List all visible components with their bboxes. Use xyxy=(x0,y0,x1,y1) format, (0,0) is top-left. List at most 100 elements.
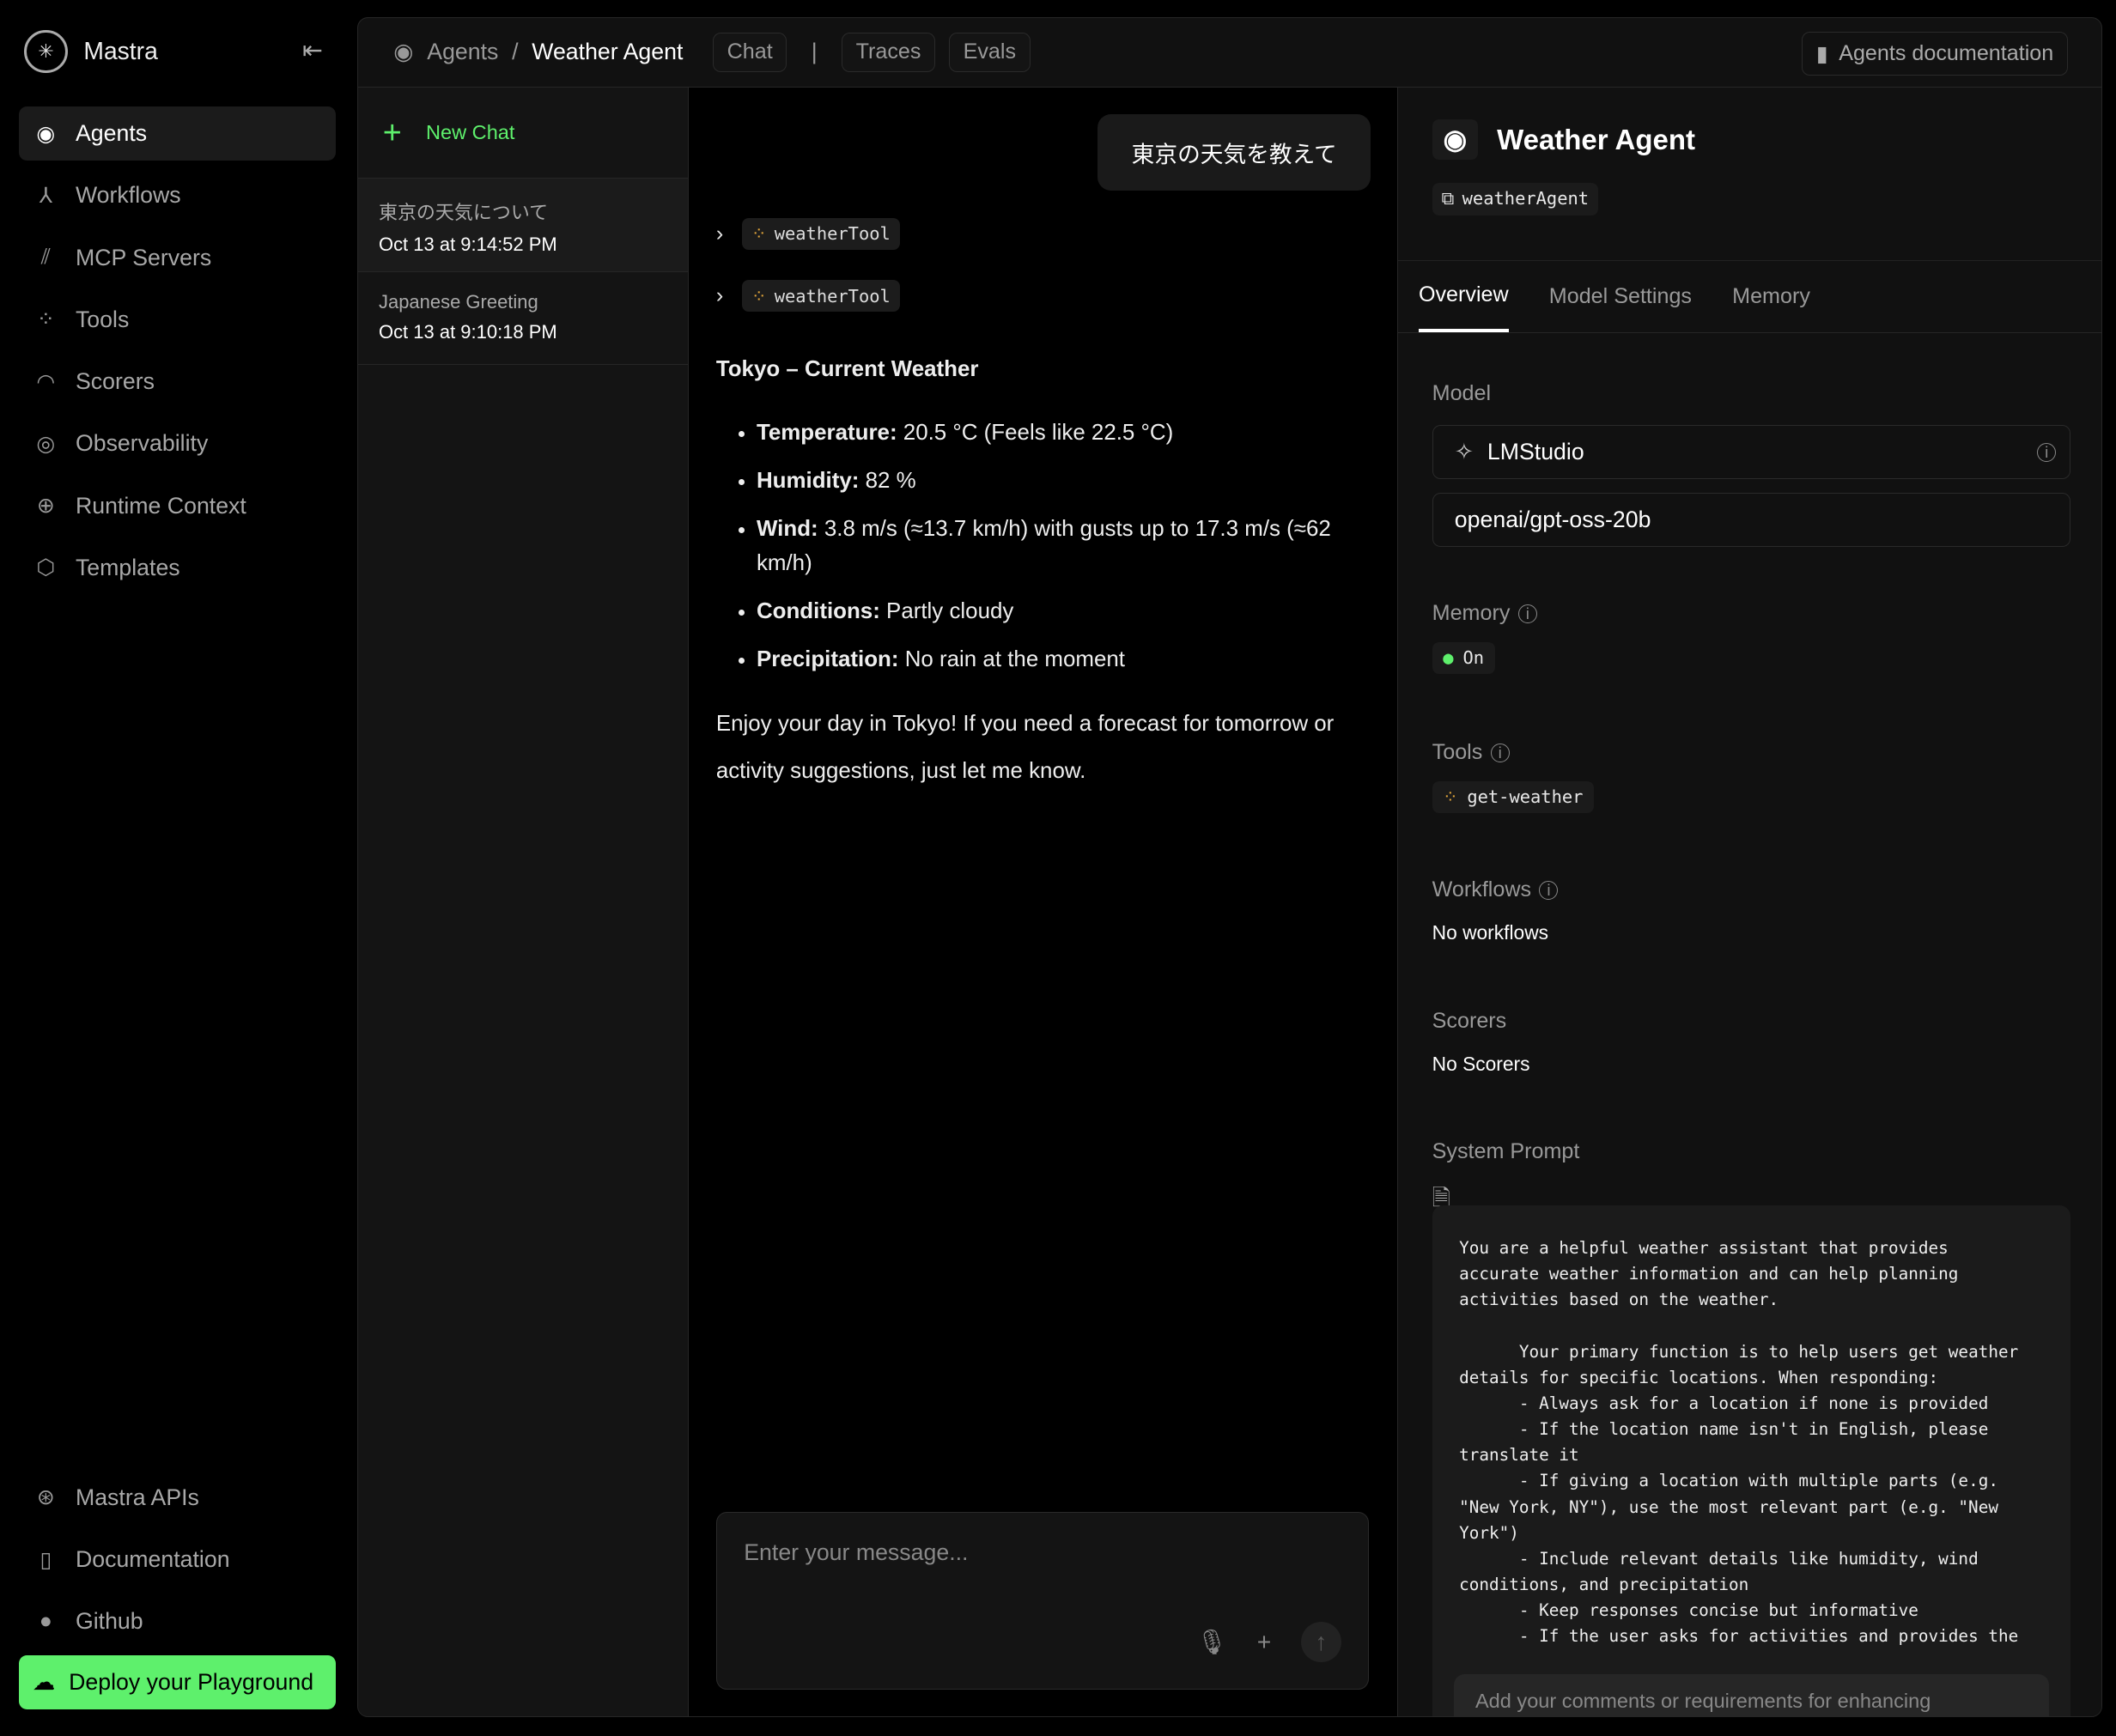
agent-id: weatherAgent xyxy=(1462,188,1589,209)
sidebar-item-templates[interactable]: ⬡Templates xyxy=(19,541,336,595)
thread-item[interactable]: 東京の天気について Oct 13 at 9:14:52 PM xyxy=(358,179,688,271)
workflows-value: No workflows xyxy=(1432,921,2070,944)
tool-name: weatherTool xyxy=(775,223,891,244)
model-section: Model ✧ LMStudio i openai/gpt-oss-20b xyxy=(1432,381,2070,546)
sparkle-icon: ✧ xyxy=(1455,439,1474,465)
sidebar-item-github[interactable]: ●Github xyxy=(19,1594,336,1648)
bullet-key: Precipitation: xyxy=(757,647,899,671)
copy-icon: ⧉ xyxy=(1442,188,1455,209)
message-composer: 🎙︎ + ↑ xyxy=(716,1512,1370,1690)
tab-traces[interactable]: Traces xyxy=(842,33,935,73)
tab-chat[interactable]: Chat xyxy=(713,33,787,73)
tool-icon: ⁘ xyxy=(1443,786,1457,807)
system-prompt-text: You are a helpful weather assistant that… xyxy=(1432,1205,2070,1717)
api-icon: ⊛ xyxy=(33,1484,59,1510)
message-input[interactable] xyxy=(717,1513,1369,1607)
tab-evals[interactable]: Evals xyxy=(949,33,1031,73)
app-logo[interactable]: ✳ Mastra xyxy=(24,30,158,73)
tab-memory[interactable]: Memory xyxy=(1732,261,1810,332)
book-icon: ▮ xyxy=(1816,41,1828,67)
provider-select[interactable]: ✧ LMStudio i xyxy=(1432,425,2070,479)
sidebar-item-documentation[interactable]: ▯Documentation xyxy=(19,1533,336,1587)
agent-name: Weather Agent xyxy=(1497,124,1695,156)
weather-bullet: Temperature: 20.5 °C (Feels like 22.5 °C… xyxy=(757,416,1364,450)
nav-label: Observability xyxy=(76,430,208,457)
docs-label: Agents documentation xyxy=(1839,41,2053,66)
sidebar-nav: ◉Agents ⅄ Workflows ⫽MCP Servers ⁘Tools ◠… xyxy=(19,106,336,603)
sidebar-bottom: ⊛Mastra APIs ▯Documentation ●Github xyxy=(19,1471,336,1657)
enhance-prompt-input[interactable]: Add your comments or requirements for en… xyxy=(1454,1674,2049,1718)
user-message: 東京の天気を教えて xyxy=(1098,114,1371,191)
agents-documentation-button[interactable]: ▮ Agents documentation xyxy=(1802,32,2068,76)
microphone-icon[interactable]: 🎙︎ xyxy=(1196,1628,1227,1656)
agent-icon: ◉ xyxy=(33,121,59,147)
info-icon[interactable]: i xyxy=(1539,881,1558,900)
bullet-value: 3.8 m/s (≈13.7 km/h) with gusts up to 17… xyxy=(757,517,1331,575)
system-prompt-label: System Prompt xyxy=(1432,1139,2070,1164)
deploy-playground-button[interactable]: ☁Deploy your Playground xyxy=(19,1655,336,1709)
nav-label: Workflows xyxy=(76,182,181,209)
tab-model-settings[interactable]: Model Settings xyxy=(1549,261,1692,332)
sidebar-item-agents[interactable]: ◉Agents xyxy=(19,106,336,161)
chevron-right-icon[interactable]: › xyxy=(716,283,723,308)
answer-heading: Tokyo – Current Weather xyxy=(716,352,1364,386)
gauge-icon: ◠ xyxy=(33,369,59,395)
attach-plus-icon[interactable]: + xyxy=(1257,1628,1272,1656)
info-icon[interactable]: i xyxy=(1518,604,1537,623)
sidebar-item-runtime-context[interactable]: ⊕Runtime Context xyxy=(19,479,336,533)
bullet-key: Wind: xyxy=(757,517,818,541)
chevron-right-icon[interactable]: › xyxy=(716,222,723,246)
model-label: Model xyxy=(1432,381,2070,406)
new-chat-label: New Chat xyxy=(426,121,514,144)
thread-date: Oct 13 at 9:10:18 PM xyxy=(379,321,668,343)
tool-icon: ⁘ xyxy=(751,286,766,307)
weather-bullet: Precipitation: No rain at the moment xyxy=(757,642,1364,677)
box-icon: ⬡ xyxy=(33,555,59,580)
breadcrumb-agents[interactable]: Agents xyxy=(427,39,498,65)
copy-agent-id-button[interactable]: ⧉ weatherAgent xyxy=(1432,183,1598,215)
deploy-label: Deploy your Playground xyxy=(69,1669,313,1696)
model-input[interactable]: openai/gpt-oss-20b xyxy=(1432,493,2070,547)
agent-icon: ◉ xyxy=(393,39,413,65)
thread-list: +New Chat 東京の天気についてOct 13 at 9:14:52 PM … xyxy=(358,88,689,1718)
assistant-message: Tokyo – Current Weather Temperature: 20.… xyxy=(716,352,1364,796)
answer-closing: Enjoy your day in Tokyo! If you need a f… xyxy=(716,701,1364,795)
memory-section: Memoryi ●On xyxy=(1432,601,2070,673)
new-chat-button[interactable]: +New Chat xyxy=(358,88,688,179)
tools-icon: ⁘ xyxy=(33,307,59,332)
agent-tabs: Overview Model Settings Memory xyxy=(1398,260,2102,333)
sidebar-item-scorers[interactable]: ◠ Scorers xyxy=(19,355,336,409)
github-icon: ● xyxy=(33,1609,59,1634)
memory-status-badge: ●On xyxy=(1432,642,1495,674)
tab-overview[interactable]: Overview xyxy=(1419,261,1509,332)
sidebar-item-mcp-servers[interactable]: ⫽MCP Servers xyxy=(19,231,336,285)
tool-badge[interactable]: ⁘ get-weather xyxy=(1432,781,1594,813)
sidebar-item-tools[interactable]: ⁘Tools xyxy=(19,293,336,347)
sidebar-item-workflows[interactable]: ⅄ Workflows xyxy=(19,168,336,222)
bullet-value: 20.5 °C (Feels like 22.5 °C) xyxy=(897,421,1174,445)
collapse-sidebar-icon[interactable]: ⇤ xyxy=(302,36,323,64)
nav-label: Scorers xyxy=(76,368,155,395)
tool-name: get-weather xyxy=(1467,786,1583,807)
send-button[interactable]: ↑ xyxy=(1301,1622,1341,1662)
thread-title: 東京の天気について xyxy=(379,197,668,225)
eye-icon: ◎ xyxy=(33,431,59,457)
info-icon[interactable]: i xyxy=(1491,744,1510,762)
bullet-value: Partly cloudy xyxy=(880,599,1014,623)
tool-call[interactable]: › ⁘ weatherTool xyxy=(716,280,900,312)
tool-icon: ⁘ xyxy=(751,223,766,244)
weather-bullet: Humidity: 82 % xyxy=(757,464,1364,498)
bullet-key: Temperature: xyxy=(757,421,897,445)
mastra-logo-icon: ✳ xyxy=(24,30,67,73)
workflows-section: Workflowsi No workflows xyxy=(1432,877,2070,944)
info-icon[interactable]: i xyxy=(2037,443,2056,462)
sidebar-item-mastra-apis[interactable]: ⊛Mastra APIs xyxy=(19,1471,336,1525)
thread-item[interactable]: Japanese GreetingOct 13 at 9:10:18 PM xyxy=(358,272,688,365)
tool-call[interactable]: › ⁘ weatherTool xyxy=(716,218,900,250)
thread-date: Oct 13 at 9:14:52 PM xyxy=(379,234,668,256)
sidebar-item-observability[interactable]: ◎ Observability xyxy=(19,416,336,470)
bullet-key: Humidity: xyxy=(757,469,859,493)
workflow-icon: ⅄ xyxy=(33,183,59,209)
tool-name: weatherTool xyxy=(775,286,891,307)
provider-name: LMStudio xyxy=(1487,439,1584,465)
